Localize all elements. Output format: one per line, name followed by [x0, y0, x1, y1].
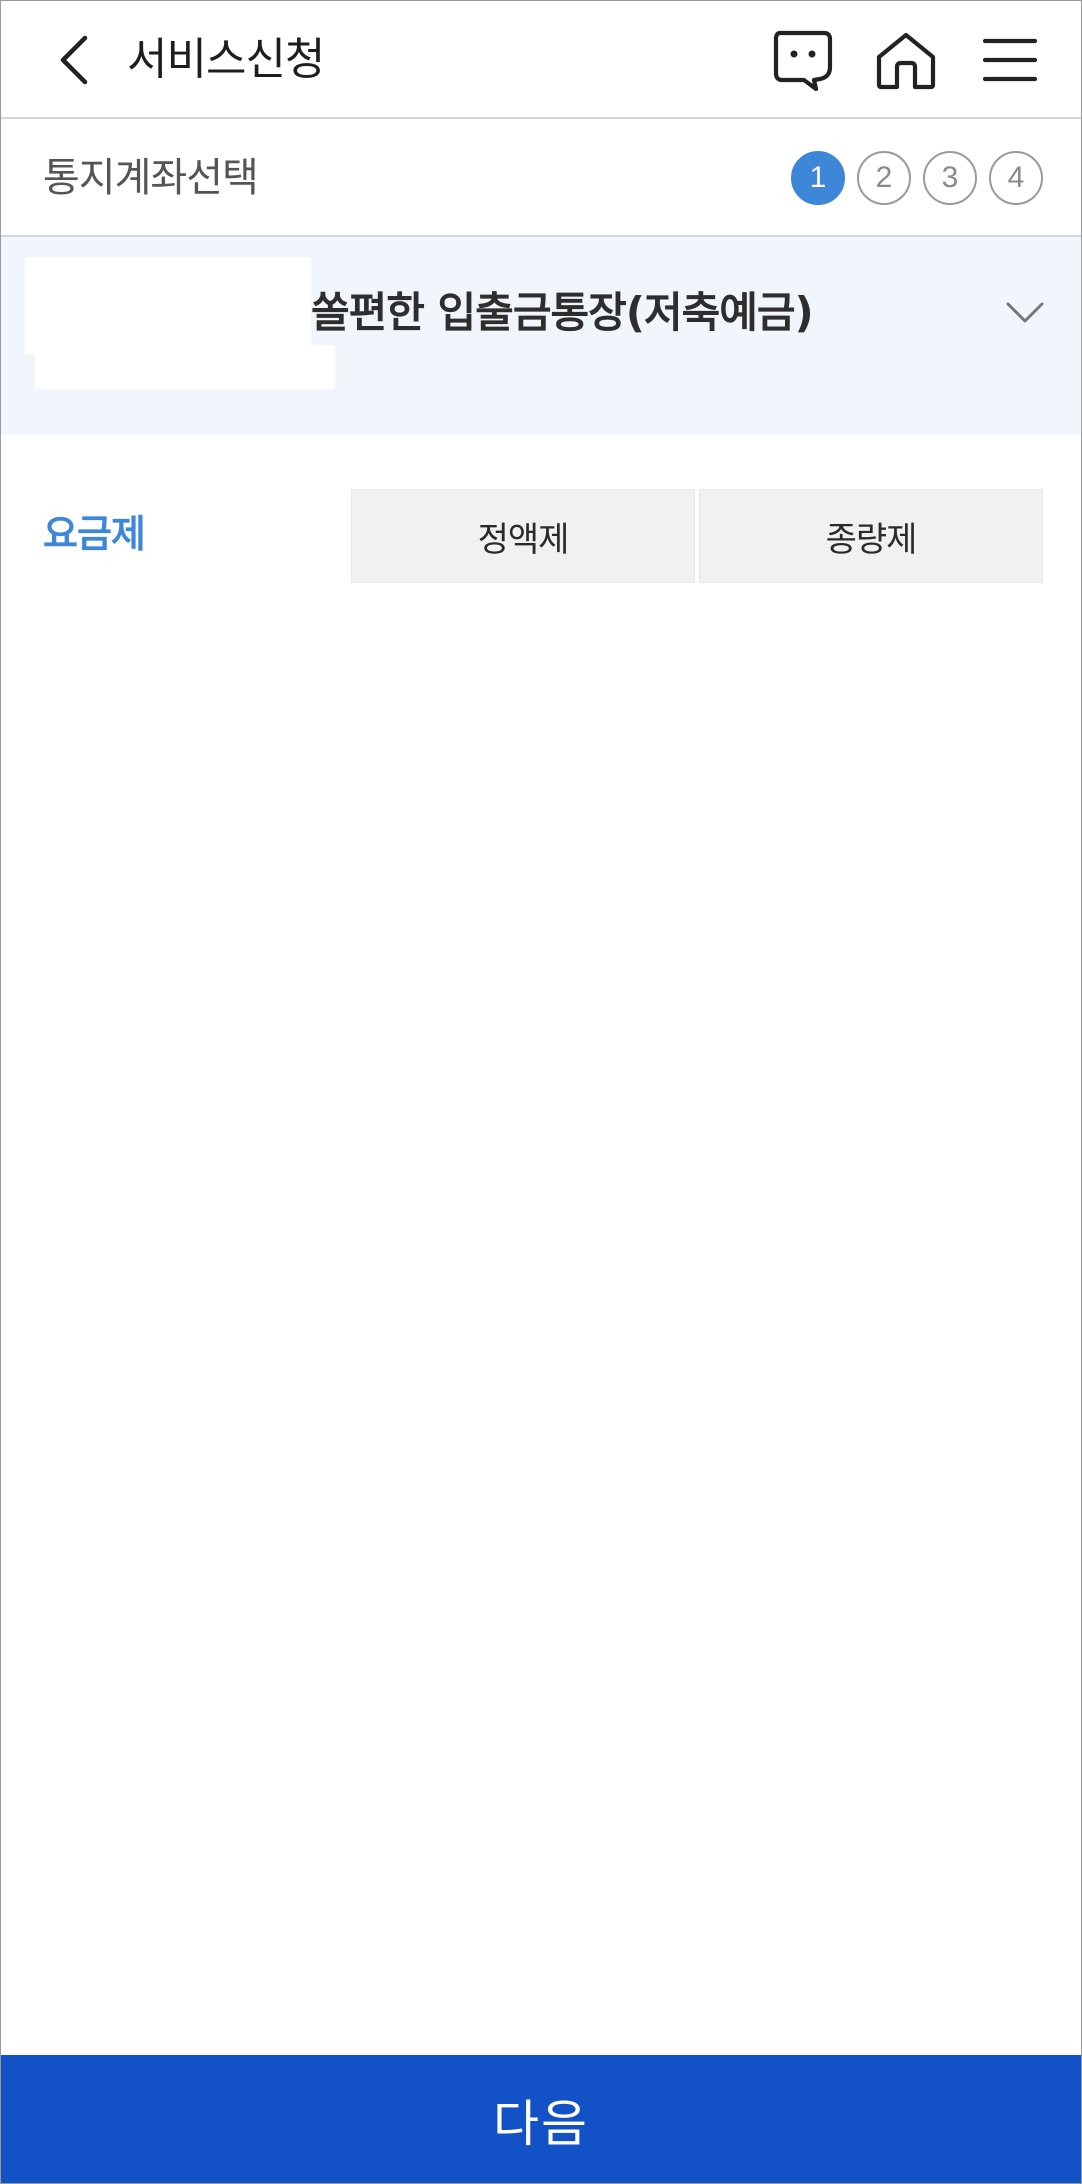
step-2: 2	[857, 151, 911, 205]
account-name: 쏠편한 입출금통장(저축예금)	[311, 288, 814, 337]
next-button[interactable]: 다음	[1, 2055, 1081, 2183]
step-4: 4	[989, 151, 1043, 205]
step-title: 통지계좌선택	[43, 155, 259, 201]
step-3: 3	[923, 151, 977, 205]
plan-option-usage-based[interactable]: 종량제	[699, 489, 1043, 583]
step-bar: 통지계좌선택 1 2 3 4	[1, 119, 1081, 237]
masked-account-number	[35, 345, 335, 389]
home-button[interactable]	[869, 23, 943, 97]
chevron-down-icon	[1006, 302, 1044, 323]
plan-label: 요금제	[43, 512, 146, 556]
hamburger-menu-icon	[982, 38, 1038, 82]
chat-bubble-icon	[773, 30, 833, 92]
chevron-left-icon	[60, 35, 88, 85]
account-selector[interactable]: 쏠편한 입출금통장(저축예금)	[1, 237, 1081, 435]
app-header: 서비스신청	[1, 1, 1081, 119]
screen: 서비스신청 통지계좌선택 1 2 3 4 쏠편한 입출금통장(저축예금) 요금제…	[0, 0, 1082, 2184]
chat-button[interactable]	[765, 23, 839, 97]
back-button[interactable]	[41, 27, 105, 93]
menu-button[interactable]	[973, 23, 1047, 97]
plan-option-flat-rate[interactable]: 정액제	[351, 489, 695, 583]
masked-account-info	[25, 257, 311, 355]
account-dropdown-toggle[interactable]	[1001, 293, 1049, 333]
step-indicator: 1 2 3 4	[791, 151, 1043, 205]
home-icon	[876, 32, 936, 90]
step-1: 1	[791, 151, 845, 205]
page-title: 서비스신청	[127, 34, 325, 85]
